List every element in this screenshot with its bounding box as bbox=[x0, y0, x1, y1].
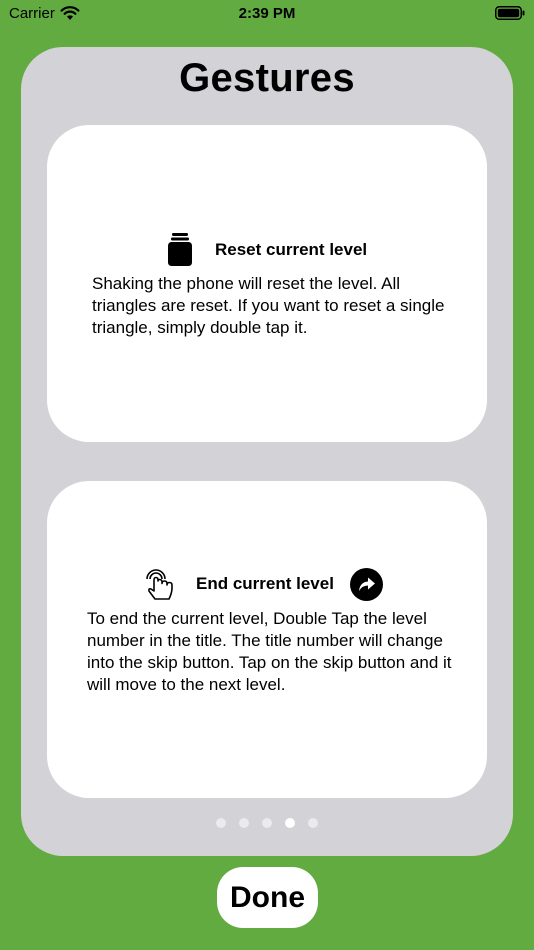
card-header: End current level bbox=[144, 567, 383, 601]
card-title: Reset current level bbox=[215, 240, 368, 259]
page-dot[interactable] bbox=[262, 818, 272, 828]
page-title: Gestures bbox=[179, 56, 355, 100]
reset-level-card: Reset current level Shaking the phone wi… bbox=[47, 125, 487, 442]
page-dot[interactable] bbox=[308, 818, 318, 828]
page-dot[interactable] bbox=[239, 818, 249, 828]
card-header: Reset current level bbox=[167, 233, 367, 267]
end-level-card: End current level To end the current lev… bbox=[47, 481, 487, 798]
battery-icon bbox=[495, 6, 525, 20]
done-button[interactable]: Done bbox=[217, 867, 318, 928]
card-title: End current level bbox=[196, 574, 334, 593]
status-bar: Carrier 2:39 PM bbox=[0, 0, 534, 30]
card-description: To end the current level, Double Tap the… bbox=[87, 609, 452, 694]
card-description: Shaking the phone will reset the level. … bbox=[92, 274, 445, 337]
forward-arrow-icon bbox=[349, 567, 383, 601]
page-dot-current[interactable] bbox=[285, 818, 295, 828]
page-indicator[interactable] bbox=[0, 818, 534, 828]
page-dot[interactable] bbox=[216, 818, 226, 828]
jar-icon bbox=[168, 233, 192, 266]
status-time: 2:39 PM bbox=[238, 5, 296, 22]
tap-hand-icon bbox=[146, 569, 173, 600]
